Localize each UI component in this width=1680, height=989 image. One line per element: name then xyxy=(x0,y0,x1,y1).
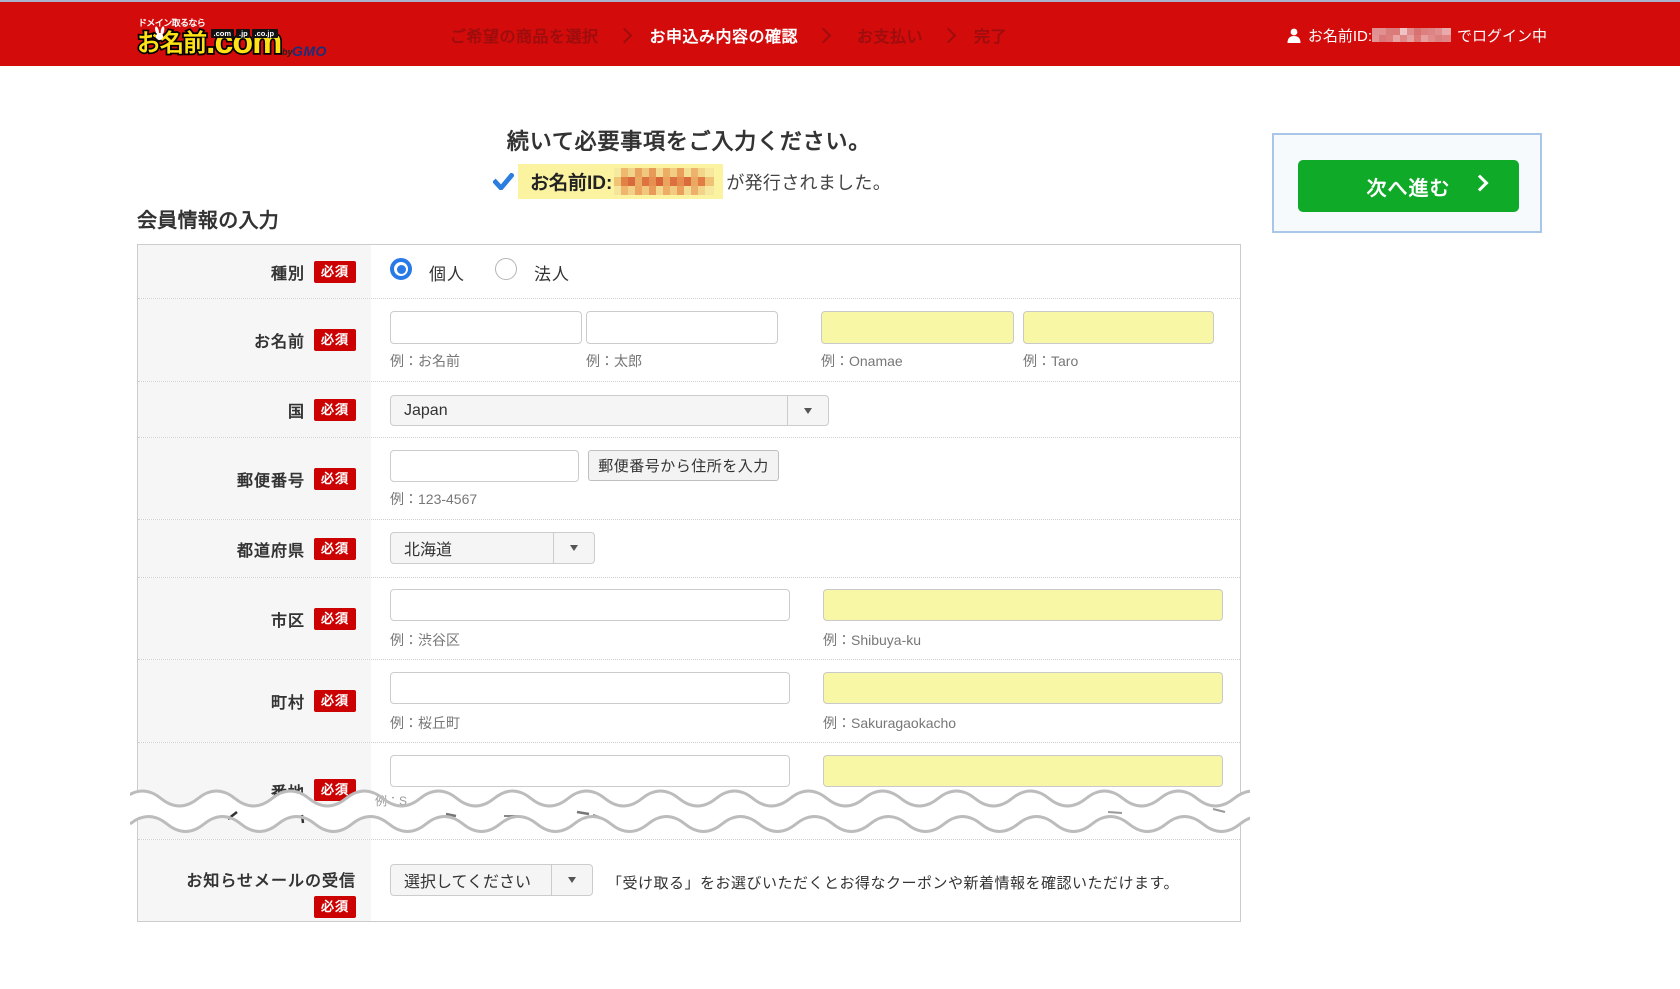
svg-text:.jp: .jp xyxy=(239,29,248,38)
svg-text:.co.jp: .co.jp xyxy=(255,29,275,38)
svg-text:GMO: GMO xyxy=(292,43,327,59)
svg-text:.com: .com xyxy=(214,29,232,38)
